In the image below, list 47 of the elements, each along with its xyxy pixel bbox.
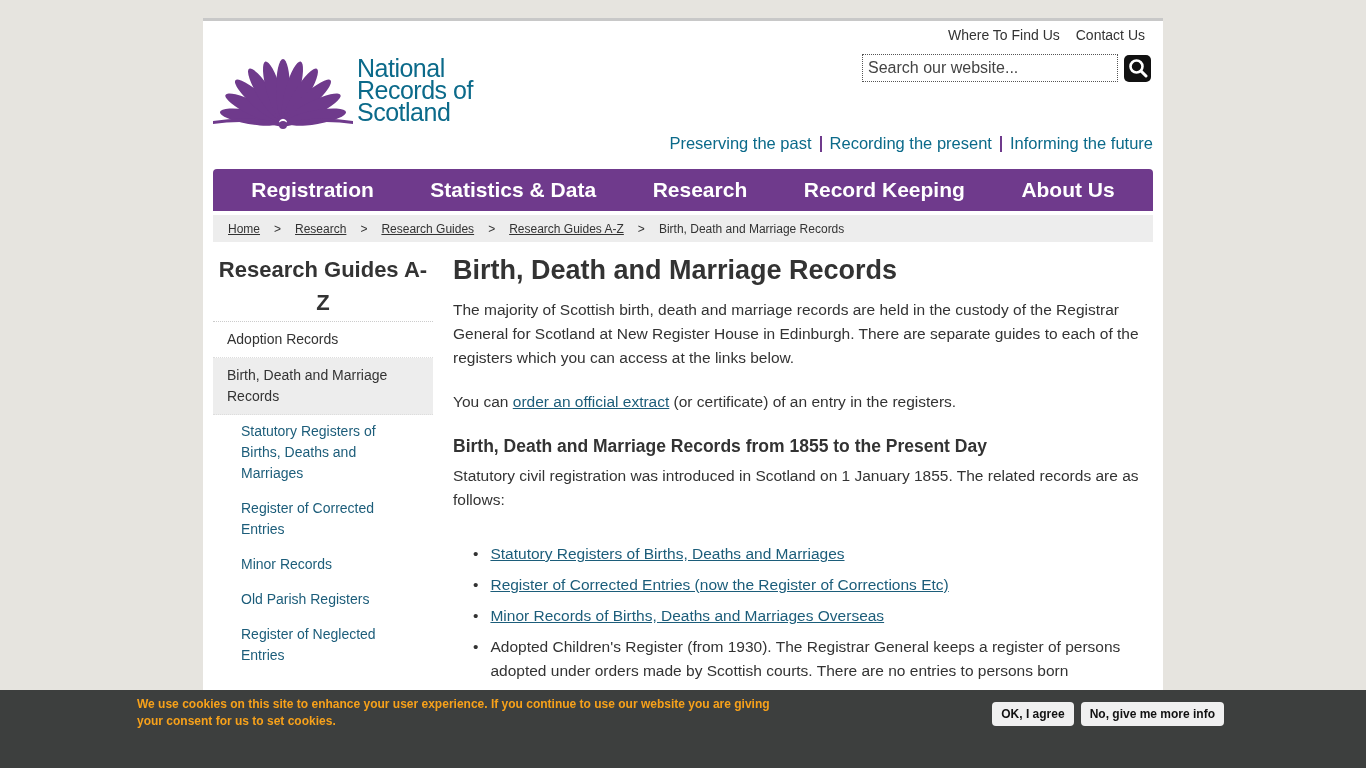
breadcrumb-separator: > bbox=[274, 221, 282, 236]
tagline-text: Recording the present bbox=[829, 134, 992, 153]
utility-link[interactable]: Contact Us bbox=[1075, 27, 1145, 43]
body-paragraph: The majority of Scottish birth, death and marriage records are held in the custody of the Registrar General for Scotland at New Register House in Edinburgh. There are separate guides to each of the registers which you can access at the links below. bbox=[453, 300, 1140, 368]
breadcrumb-link[interactable]: Research bbox=[295, 221, 347, 236]
search-field[interactable]: Search our website... bbox=[862, 54, 1118, 82]
sidebar-title: Research Guides A-Z bbox=[213, 242, 433, 322]
utility-link[interactable]: Where To Find Us bbox=[947, 27, 1060, 43]
nav-link[interactable]: Record Keeping bbox=[803, 177, 965, 202]
breadcrumb-link[interactable]: Home bbox=[228, 221, 260, 236]
cookie-button[interactable]: OK, I agree bbox=[992, 702, 1074, 726]
bullet: • bbox=[473, 637, 479, 657]
breadcrumb-separator: > bbox=[637, 221, 645, 236]
bullet: • bbox=[473, 575, 479, 595]
search-button[interactable] bbox=[1124, 54, 1151, 82]
page-title: Birth, Death and Marriage Records bbox=[453, 254, 899, 286]
sidebar-link[interactable]: Register of Neglected Entries bbox=[213, 618, 433, 674]
sidebar-link[interactable]: Register of Corrected Entries bbox=[213, 492, 433, 548]
nav-link[interactable]: Registration bbox=[251, 177, 374, 202]
logo-text[interactable]: National Records of Scotland bbox=[357, 57, 473, 123]
breadcrumb-link[interactable]: Research Guides A-Z bbox=[509, 221, 624, 236]
body-paragraph: You can order an official extract (or certificate) of an entry in the registers. bbox=[453, 392, 958, 412]
breadcrumb-separator: > bbox=[488, 221, 496, 236]
cookie-message: We use cookies on this site to enhance your user experience. If you continue to use our website you are giving your consent for us to set cookies. bbox=[137, 696, 771, 730]
sidebar-link[interactable]: Old Parish Registers bbox=[213, 583, 433, 618]
breadcrumb-current: Birth, Death and Marriage Records bbox=[658, 221, 845, 236]
nav-link[interactable]: Research bbox=[652, 177, 748, 202]
sidebar-link[interactable]: Birth, Death and Marriage Records bbox=[213, 358, 433, 415]
cookie-button[interactable]: No, give me more info bbox=[1080, 702, 1224, 726]
nav-link[interactable]: Statistics & Data bbox=[430, 177, 597, 202]
list-text: Adopted Children's Register (from 1930). The Registrar General keeps a register of persons adopted under orders made by Scottish courts. There are no entries to persons born bbox=[490, 637, 1122, 681]
search-icon bbox=[1127, 58, 1148, 78]
bullet: • bbox=[473, 606, 479, 626]
body-paragraph: Statutory civil registration was introduced in Scotland on 1 January 1855. The related records are as follows: bbox=[453, 466, 1140, 510]
sidebar-link[interactable]: Minor Records bbox=[213, 548, 433, 583]
list-link[interactable]: Statutory Registers of Births, Deaths and Marriages bbox=[490, 542, 845, 566]
breadcrumb-separator: > bbox=[360, 221, 368, 236]
inline-link[interactable]: order an official extract bbox=[512, 393, 670, 410]
bullet: • bbox=[473, 544, 479, 564]
breadcrumb-link[interactable]: Research Guides bbox=[381, 221, 475, 236]
list-link[interactable]: Minor Records of Births, Deaths and Marriages Overseas bbox=[490, 604, 885, 628]
section-heading: Birth, Death and Marriage Records from 1855 to the Present Day bbox=[453, 435, 988, 458]
sidebar-link[interactable]: Statutory Registers of Births, Deaths and Marriages bbox=[213, 415, 433, 492]
tagline-text: Preserving the past bbox=[669, 134, 812, 153]
tagline-text: Informing the future bbox=[1009, 134, 1153, 153]
list-link[interactable]: Register of Corrected Entries (now the Register of Corrections Etc) bbox=[490, 573, 949, 597]
nav-link[interactable]: About Us bbox=[1021, 177, 1115, 202]
